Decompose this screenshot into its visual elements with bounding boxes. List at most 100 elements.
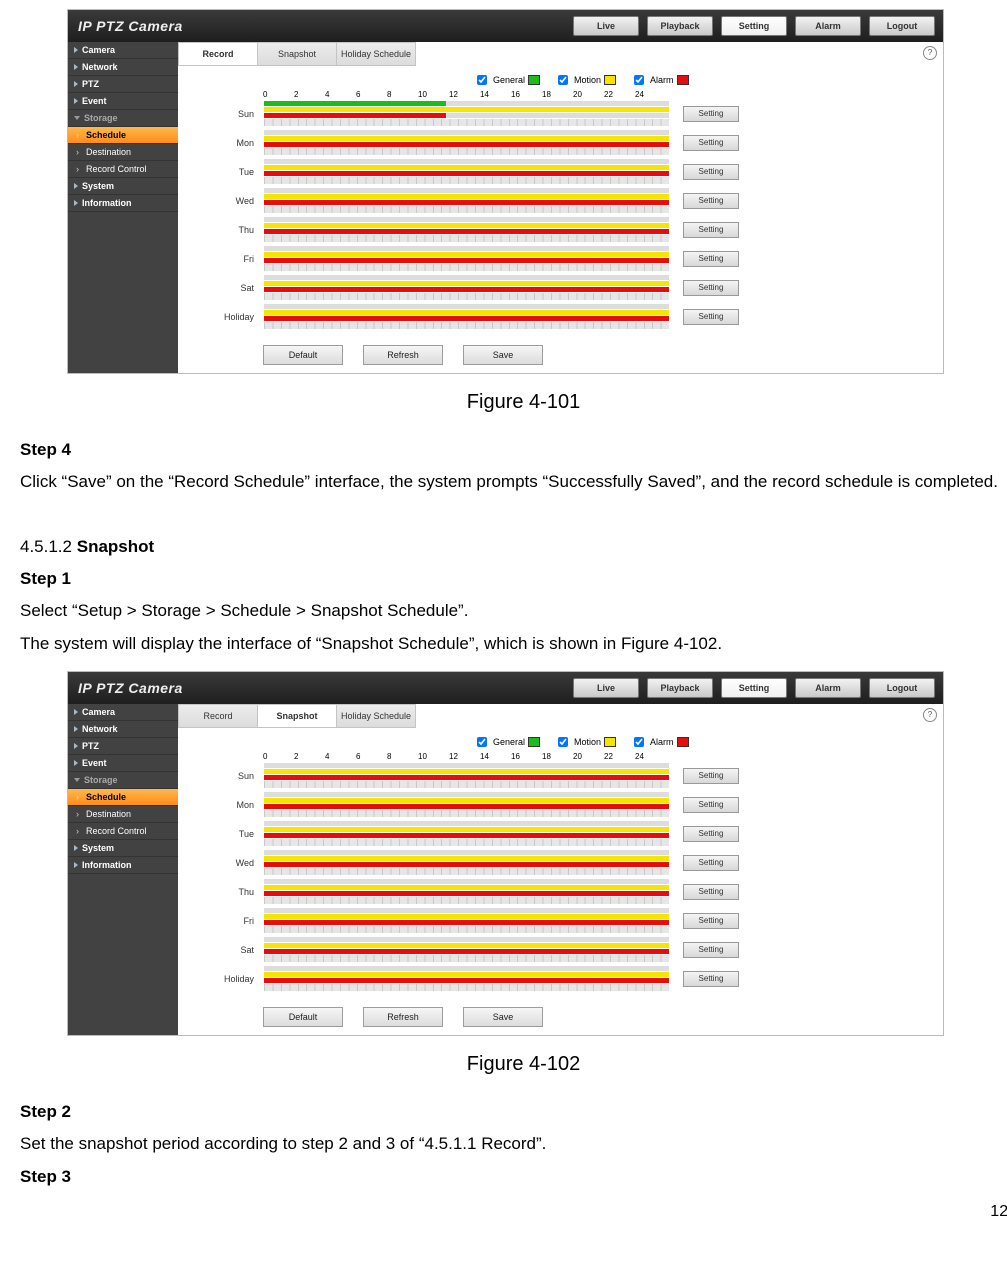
subtab-holiday-schedule[interactable]: Holiday Schedule <box>336 42 416 66</box>
top-tab-playback[interactable]: Playback <box>647 16 713 36</box>
row-setting-button[interactable]: Setting <box>683 826 739 842</box>
schedule-bar[interactable] <box>264 908 669 933</box>
sidebar-item-storage[interactable]: Storage <box>68 772 178 789</box>
refresh-button[interactable]: Refresh <box>363 1007 443 1027</box>
grid-line <box>264 293 669 300</box>
schedule-bar[interactable] <box>264 304 669 329</box>
row-setting-button[interactable]: Setting <box>683 164 739 180</box>
subtab-snapshot[interactable]: Snapshot <box>257 42 337 66</box>
legend-alarm[interactable]: Alarm <box>630 72 689 88</box>
top-tab-logout[interactable]: Logout <box>869 678 935 698</box>
legend-checkbox-motion[interactable] <box>558 75 568 85</box>
top-tab-alarm[interactable]: Alarm <box>795 16 861 36</box>
top-tab-setting[interactable]: Setting <box>721 678 787 698</box>
subtab-record[interactable]: Record <box>178 42 258 66</box>
sidebar-item-information[interactable]: Information <box>68 857 178 874</box>
top-tab-live[interactable]: Live <box>573 678 639 698</box>
legend-alarm[interactable]: Alarm <box>630 734 689 750</box>
sidebar-item-schedule[interactable]: Schedule <box>68 127 178 144</box>
schedule-bar[interactable] <box>264 217 669 242</box>
grid-line <box>264 235 669 242</box>
top-tab-setting[interactable]: Setting <box>721 16 787 36</box>
legend-motion[interactable]: Motion <box>554 734 616 750</box>
row-setting-button[interactable]: Setting <box>683 135 739 151</box>
legend-checkbox-general[interactable] <box>477 737 487 747</box>
default-button[interactable]: Default <box>263 1007 343 1027</box>
sidebar-item-record-control[interactable]: Record Control <box>68 823 178 840</box>
top-tab-playback[interactable]: Playback <box>647 678 713 698</box>
sidebar-item-destination[interactable]: Destination <box>68 806 178 823</box>
sidebar-item-record-control[interactable]: Record Control <box>68 161 178 178</box>
sidebar-item-label: System <box>82 843 114 853</box>
row-setting-button[interactable]: Setting <box>683 942 739 958</box>
row-setting-button[interactable]: Setting <box>683 106 739 122</box>
save-button[interactable]: Save <box>463 1007 543 1027</box>
row-setting-button[interactable]: Setting <box>683 280 739 296</box>
row-setting-button[interactable]: Setting <box>683 797 739 813</box>
schedule-bar[interactable] <box>264 792 669 817</box>
bar-line-mid <box>264 281 669 286</box>
row-setting-button[interactable]: Setting <box>683 884 739 900</box>
sidebar-item-information[interactable]: Information <box>68 195 178 212</box>
sidebar-item-storage[interactable]: Storage <box>68 110 178 127</box>
sidebar-item-ptz[interactable]: PTZ <box>68 738 178 755</box>
help-icon[interactable]: ? <box>923 708 937 722</box>
sidebar-item-system[interactable]: System <box>68 178 178 195</box>
legend-general[interactable]: General <box>473 734 540 750</box>
row-setting-button[interactable]: Setting <box>683 222 739 238</box>
row-setting-button[interactable]: Setting <box>683 309 739 325</box>
legend-checkbox-alarm[interactable] <box>634 737 644 747</box>
top-tab-logout[interactable]: Logout <box>869 16 935 36</box>
schedule-bar[interactable] <box>264 159 669 184</box>
sidebar-item-camera[interactable]: Camera <box>68 42 178 59</box>
top-tab-alarm[interactable]: Alarm <box>795 678 861 698</box>
schedule-bar[interactable] <box>264 246 669 271</box>
legend-swatch-alarm <box>677 75 689 85</box>
row-setting-button[interactable]: Setting <box>683 971 739 987</box>
row-setting-button[interactable]: Setting <box>683 768 739 784</box>
legend-checkbox-general[interactable] <box>477 75 487 85</box>
legend-checkbox-motion[interactable] <box>558 737 568 747</box>
subtab-holiday-schedule[interactable]: Holiday Schedule <box>336 704 416 728</box>
axis-tick: 8 <box>387 90 418 99</box>
segment <box>264 200 669 205</box>
schedule-bar[interactable] <box>264 275 669 300</box>
subtab-record[interactable]: Record <box>178 704 258 728</box>
row-setting-button[interactable]: Setting <box>683 855 739 871</box>
row-setting-button[interactable]: Setting <box>683 913 739 929</box>
schedule-bar[interactable] <box>264 850 669 875</box>
legend-general[interactable]: General <box>473 72 540 88</box>
subtab-snapshot[interactable]: Snapshot <box>257 704 337 728</box>
sidebar-item-label: Network <box>82 724 118 734</box>
legend-motion[interactable]: Motion <box>554 72 616 88</box>
legend-checkbox-alarm[interactable] <box>634 75 644 85</box>
help-icon[interactable]: ? <box>923 46 937 60</box>
default-button[interactable]: Default <box>263 345 343 365</box>
sidebar-item-schedule[interactable]: Schedule <box>68 789 178 806</box>
schedule-bar[interactable] <box>264 879 669 904</box>
schedule-bar[interactable] <box>264 966 669 991</box>
schedule-bar[interactable] <box>264 763 669 788</box>
sidebar-item-event[interactable]: Event <box>68 93 178 110</box>
schedule-bar[interactable] <box>264 188 669 213</box>
section-title: Snapshot <box>77 537 154 556</box>
sidebar-item-event[interactable]: Event <box>68 755 178 772</box>
top-tab-live[interactable]: Live <box>573 16 639 36</box>
schedule-bar[interactable] <box>264 821 669 846</box>
schedule-bar[interactable] <box>264 101 669 126</box>
row-setting-button[interactable]: Setting <box>683 193 739 209</box>
schedule-bar[interactable] <box>264 130 669 155</box>
save-button[interactable]: Save <box>463 345 543 365</box>
schedule-bar[interactable] <box>264 937 669 962</box>
sidebar-item-network[interactable]: Network <box>68 59 178 76</box>
segment <box>264 862 669 867</box>
segment <box>264 827 669 832</box>
refresh-button[interactable]: Refresh <box>363 345 443 365</box>
row-setting-button[interactable]: Setting <box>683 251 739 267</box>
sidebar-item-destination[interactable]: Destination <box>68 144 178 161</box>
sidebar-item-camera[interactable]: Camera <box>68 704 178 721</box>
sidebar-item-ptz[interactable]: PTZ <box>68 76 178 93</box>
axis-tick: 6 <box>356 90 387 99</box>
sidebar-item-system[interactable]: System <box>68 840 178 857</box>
sidebar-item-network[interactable]: Network <box>68 721 178 738</box>
